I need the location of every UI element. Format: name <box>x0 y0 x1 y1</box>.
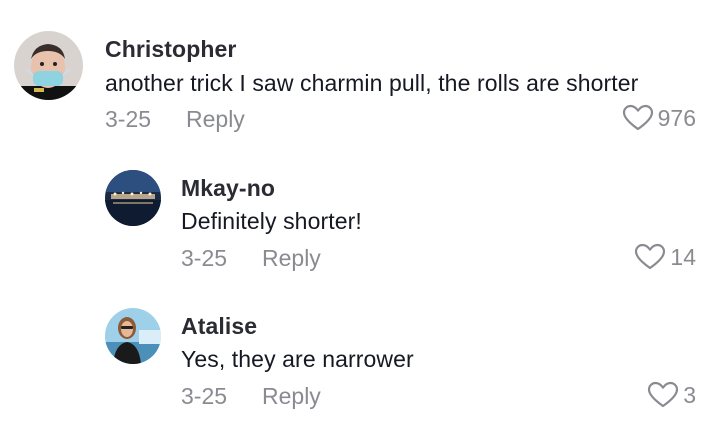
comment-text: Definitely shorter! <box>181 208 362 234</box>
comment-username[interactable]: Atalise <box>181 313 257 340</box>
like-count: 976 <box>657 104 696 131</box>
user-avatar[interactable] <box>14 31 83 100</box>
user-avatar[interactable] <box>105 170 161 226</box>
comment-date: 3-25 <box>181 245 228 271</box>
like-count: 14 <box>670 243 696 270</box>
comment-date: 3-25 <box>105 106 152 132</box>
avatar-christopher-icon <box>14 31 83 100</box>
like-button[interactable]: 14 <box>634 243 696 271</box>
reply-button[interactable]: Reply <box>262 245 321 272</box>
heart-icon <box>648 381 679 408</box>
like-button[interactable]: 3 <box>647 381 696 409</box>
comment-text: Yes, they are narrower <box>181 346 414 372</box>
reply-button[interactable]: Reply <box>262 383 321 410</box>
avatar-mkay-no-icon <box>105 170 161 226</box>
avatar-atalise-icon <box>105 308 161 364</box>
heart-icon <box>622 104 653 131</box>
comment-date: 3-25 <box>181 383 228 409</box>
reply-button[interactable]: Reply <box>186 106 245 133</box>
comment-text: another trick I saw charmin pull, the ro… <box>105 70 639 96</box>
user-avatar[interactable] <box>105 308 161 364</box>
like-count: 3 <box>683 381 696 408</box>
comment-username[interactable]: Christopher <box>105 36 236 63</box>
comment-username[interactable]: Mkay-no <box>181 175 275 202</box>
heart-icon <box>635 243 666 270</box>
like-button[interactable]: 976 <box>622 104 696 132</box>
